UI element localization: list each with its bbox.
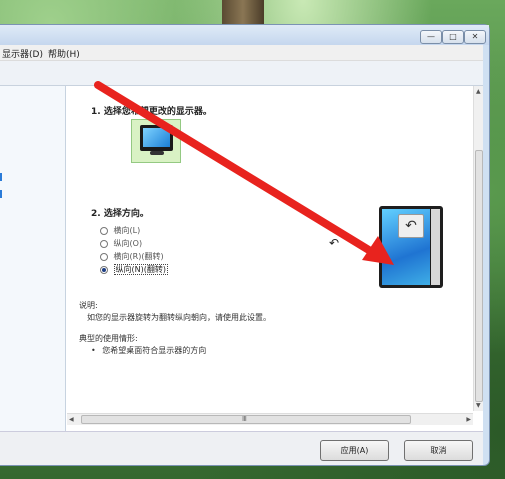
preview-side-bar	[431, 209, 440, 285]
orientation-portrait-flipped[interactable]: 纵向(N)(翻转)	[100, 264, 169, 275]
scroll-up-icon[interactable]: ▲	[476, 88, 481, 95]
typical-use-item: • 您希望桌面符合显示器的方向	[91, 345, 206, 356]
minimize-button[interactable]: —	[420, 30, 442, 44]
orientation-preview: ↶	[379, 206, 443, 288]
navigation-pane	[0, 86, 66, 431]
step1-title: 1. 选择您希望更改的显示器。	[91, 107, 212, 117]
radio-label: 横向(R)(翻转)	[113, 252, 164, 261]
radio-label: 纵向(O)	[113, 239, 143, 248]
menu-help[interactable]: 帮助(H)	[48, 47, 80, 60]
vertical-scrollbar[interactable]: ▲ ▼	[473, 86, 483, 411]
close-button[interactable]: ✕	[464, 30, 486, 44]
rotate-icon[interactable]: ↶	[398, 214, 424, 238]
dialog-footer: 应用(A) 取消	[0, 431, 483, 465]
radio-button[interactable]	[100, 252, 108, 261]
settings-pane: 1. 选择您希望更改的显示器。 2. 选择方向。 横向(L) 纵向(O) 横向(…	[67, 86, 483, 431]
radio-button[interactable]	[100, 226, 108, 235]
scroll-right-icon[interactable]: ▶	[466, 416, 471, 423]
radio-label: 横向(L)	[113, 226, 141, 235]
menu-display[interactable]: 显示器(D)	[2, 47, 43, 60]
scroll-left-icon[interactable]: ◀	[69, 416, 74, 423]
typical-use-item-text: 您希望桌面符合显示器的方向	[102, 346, 207, 355]
vertical-scroll-thumb[interactable]	[475, 150, 483, 402]
display-settings-window: — □ ✕ 显示器(D) 帮助(H) 1. 选择您希望更改的显示器。 2. 选择…	[0, 24, 490, 466]
horizontal-scrollbar[interactable]: ◀ Ⅲ ▶	[67, 413, 473, 425]
description-heading: 说明:	[79, 301, 98, 310]
cancel-button[interactable]: 取消	[404, 440, 473, 461]
scroll-grip-icon: Ⅲ	[242, 415, 247, 423]
orientation-landscape-flipped[interactable]: 横向(R)(翻转)	[100, 251, 164, 262]
bullet-icon: •	[91, 346, 96, 355]
orientation-portrait[interactable]: 纵向(O)	[100, 238, 142, 249]
typical-use-heading: 典型的使用情形:	[79, 334, 138, 343]
rotate-left-icon[interactable]: ↶	[329, 236, 339, 250]
step2-title: 2. 选择方向。	[91, 209, 149, 219]
content-area: 1. 选择您希望更改的显示器。 2. 选择方向。 横向(L) 纵向(O) 横向(…	[0, 86, 483, 431]
nav-link-marker[interactable]	[0, 190, 2, 198]
apply-button[interactable]: 应用(A)	[320, 440, 389, 461]
menu-bar: 显示器(D) 帮助(H)	[0, 45, 483, 61]
title-bar[interactable]: — □ ✕	[0, 25, 489, 45]
nav-link-marker[interactable]	[0, 173, 2, 181]
radio-button[interactable]	[100, 239, 108, 248]
monitor-screen	[143, 128, 170, 147]
description-text: 如您的显示器旋转为翻转纵向朝向，请使用此设置。	[87, 313, 271, 322]
orientation-landscape[interactable]: 横向(L)	[100, 225, 140, 236]
preview-screen: ↶	[382, 209, 430, 285]
scroll-down-icon[interactable]: ▼	[476, 402, 481, 409]
radio-label: 纵向(N)(翻转)	[113, 264, 169, 275]
horizontal-scroll-thumb[interactable]: Ⅲ	[81, 415, 411, 424]
maximize-button[interactable]: □	[442, 30, 464, 44]
radio-button-selected[interactable]	[100, 265, 108, 274]
monitor-icon	[140, 125, 173, 151]
monitor-selector[interactable]	[131, 119, 181, 163]
monitor-stand	[150, 151, 164, 155]
toolbar	[0, 61, 483, 86]
